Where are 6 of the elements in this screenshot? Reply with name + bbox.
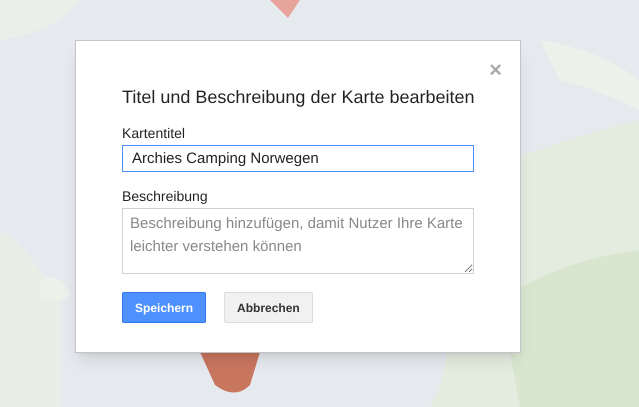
description-field[interactable]: Beschreibung hinzufügen, damit Nutzer Ihre Karte leichter verstehen können (122, 208, 474, 274)
title-input[interactable]: Archies Camping Norwegen (122, 145, 474, 172)
field-label: Beschreibung (122, 187, 209, 205)
cancel-button[interactable]: Abbrechen (224, 292, 313, 323)
dialog-title: Titel und Beschreibung der Karte bearbeiten (122, 86, 472, 109)
field-label: Kartentitel (122, 124, 186, 142)
